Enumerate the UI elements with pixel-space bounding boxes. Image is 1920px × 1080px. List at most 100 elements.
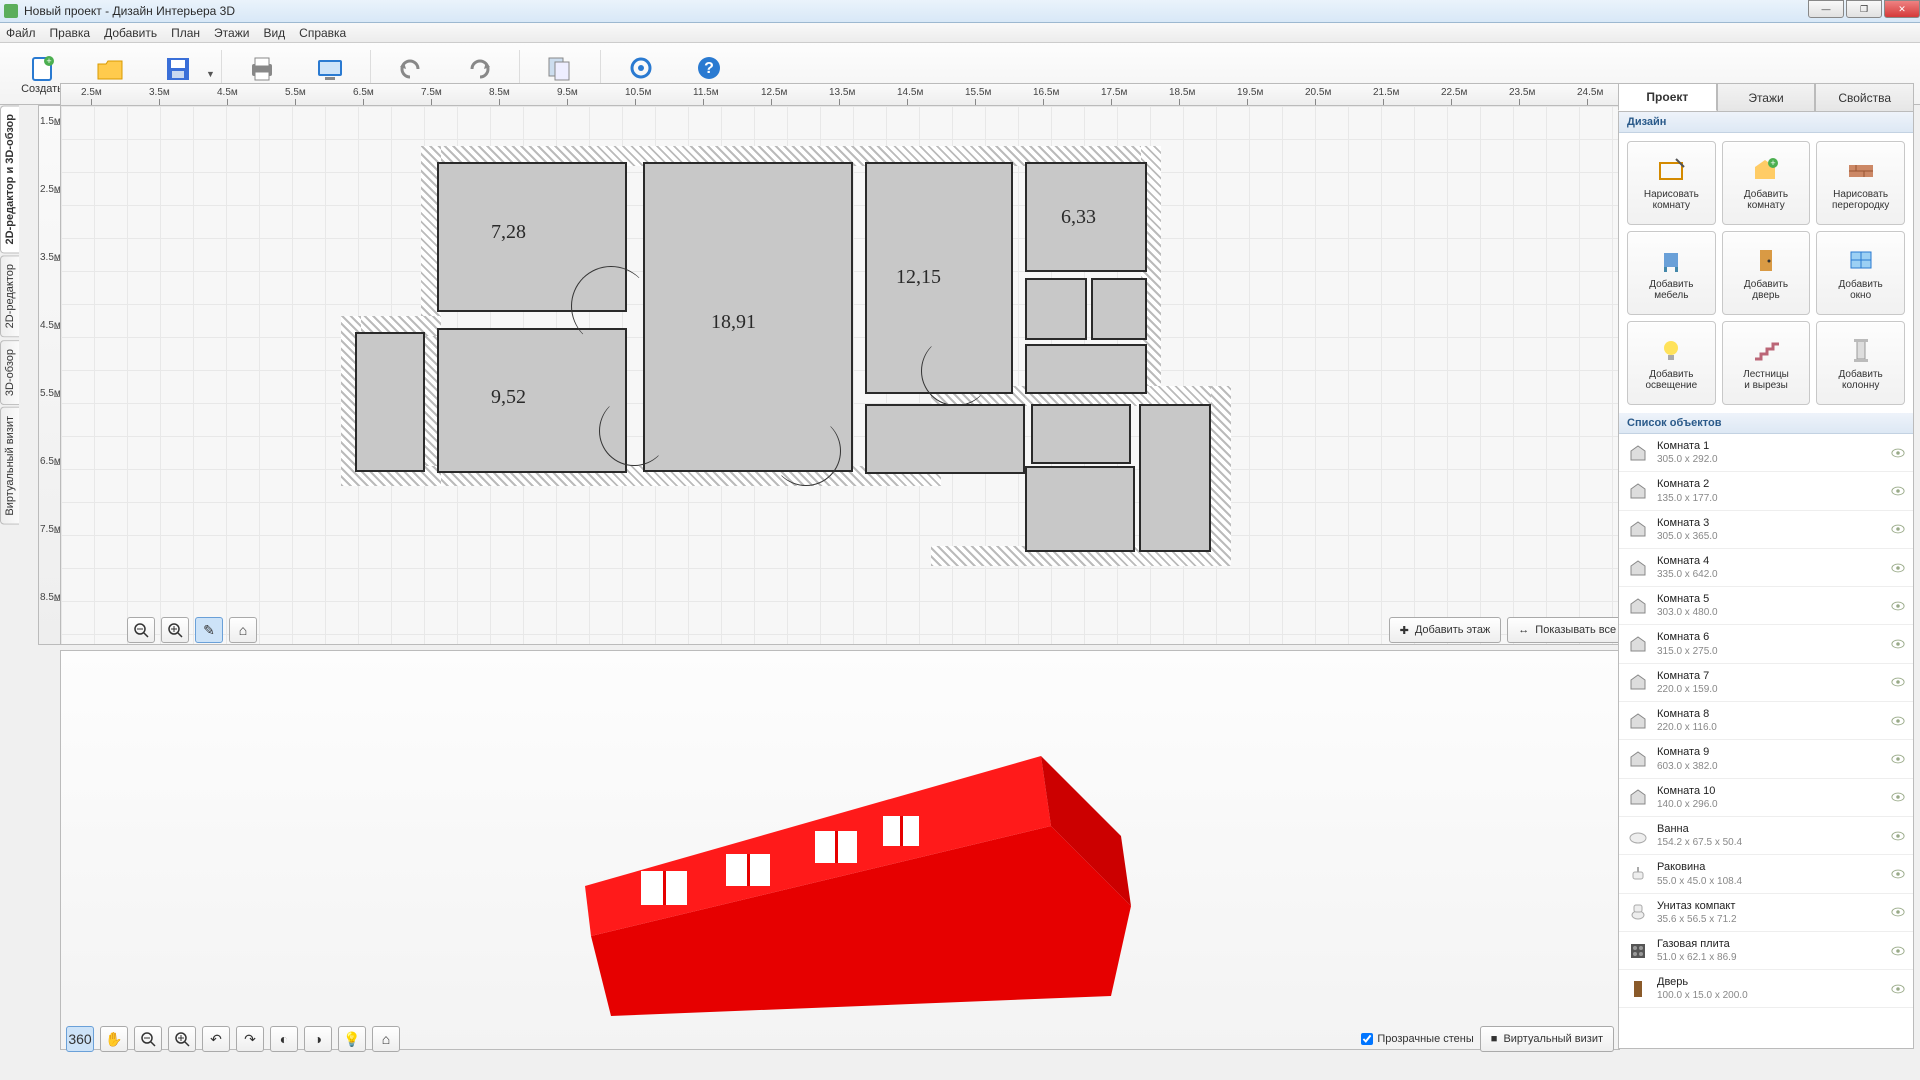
visibility-icon[interactable] [1891, 524, 1905, 534]
ruler-label: 12.5м [761, 87, 787, 98]
design-stairs-button[interactable]: Лестницыи вырезы [1722, 321, 1811, 405]
pan-button[interactable]: ✋ [100, 1026, 128, 1052]
ruler-label: 5.5м [285, 87, 306, 98]
object-item[interactable]: Комната 10140.0 x 296.0 [1619, 779, 1913, 817]
zoom-in-3d-button[interactable] [168, 1026, 196, 1052]
object-item[interactable]: Комната 4335.0 x 642.0 [1619, 549, 1913, 587]
visibility-icon[interactable] [1891, 639, 1905, 649]
design-addlight-button[interactable]: Добавитьосвещение [1627, 321, 1716, 405]
menu-Справка[interactable]: Справка [299, 26, 346, 40]
add-floor-button[interactable]: ✚Добавить этаж [1389, 617, 1502, 643]
object-item[interactable]: Раковина55.0 x 45.0 x 108.4 [1619, 855, 1913, 893]
ruler-label: 3.5м [149, 87, 170, 98]
visibility-icon[interactable] [1891, 754, 1905, 764]
object-item[interactable]: Комната 3305.0 x 365.0 [1619, 511, 1913, 549]
object-dimensions: 154.2 x 67.5 x 50.4 [1657, 836, 1883, 849]
view-tab-0[interactable]: 2D-редактор и 3D-обзор [0, 105, 19, 253]
drawroom-icon [1654, 155, 1688, 185]
object-item[interactable]: Ванна154.2 x 67.5 x 50.4 [1619, 817, 1913, 855]
room-small-2[interactable] [1091, 278, 1147, 340]
design-drawroom-button[interactable]: Нарисоватькомнату [1627, 141, 1716, 225]
corridor[interactable] [865, 404, 1213, 552]
view-tab-1[interactable]: 2D-редактор [0, 255, 19, 337]
virtual-visit-button[interactable]: ■Виртуальный визит [1480, 1026, 1614, 1052]
object-item[interactable]: Газовая плита51.0 x 62.1 x 86.9 [1619, 932, 1913, 970]
visibility-icon[interactable] [1891, 831, 1905, 841]
ruler-label: 20.5м [1305, 87, 1331, 98]
object-icon [1627, 442, 1649, 464]
room-5[interactable] [437, 328, 627, 473]
object-item[interactable]: Комната 5303.0 x 480.0 [1619, 587, 1913, 625]
visibility-icon[interactable] [1891, 984, 1905, 994]
room-small-1[interactable] [1025, 278, 1087, 340]
visibility-icon[interactable] [1891, 448, 1905, 458]
object-item[interactable]: Комната 2135.0 x 177.0 [1619, 472, 1913, 510]
minimize-button[interactable]: — [1808, 0, 1844, 18]
object-item[interactable]: Комната 7220.0 x 159.0 [1619, 664, 1913, 702]
design-addcolumn-button[interactable]: Добавитьколонну [1816, 321, 1905, 405]
room-small-left[interactable] [355, 332, 425, 472]
visibility-icon[interactable] [1891, 677, 1905, 687]
add-floor-label: Добавить этаж [1415, 624, 1490, 636]
zoom-in-button[interactable] [161, 617, 189, 643]
object-item[interactable]: Дверь100.0 x 15.0 x 200.0 [1619, 970, 1913, 1008]
menu-Правка[interactable]: Правка [50, 26, 91, 40]
visibility-icon[interactable] [1891, 869, 1905, 879]
maximize-button[interactable]: ❐ [1846, 0, 1882, 18]
orbit-button[interactable]: 360 [66, 1026, 94, 1052]
design-label: Добавитькомнату [1744, 189, 1788, 211]
close-button[interactable]: ✕ [1884, 0, 1920, 18]
panel-tab-Свойства[interactable]: Свойства [1815, 83, 1914, 111]
light-button[interactable]: 💡 [338, 1026, 366, 1052]
design-addroom-button[interactable]: +Добавитькомнату [1722, 141, 1811, 225]
zoom-out-button[interactable] [127, 617, 155, 643]
home-3d-button[interactable]: ⌂ [372, 1026, 400, 1052]
ruler-label: 3.5м [40, 252, 61, 263]
design-addfurn-button[interactable]: Добавитьмебель [1627, 231, 1716, 315]
visibility-icon[interactable] [1891, 946, 1905, 956]
menu-Вид[interactable]: Вид [263, 26, 285, 40]
canvas-2d[interactable]: 7,28 9,52 18,91 12,15 6,33 [60, 105, 1620, 645]
rotate-left-button[interactable]: ↶ [202, 1026, 230, 1052]
visibility-icon[interactable] [1891, 716, 1905, 726]
design-adddoor-button[interactable]: Добавитьдверь [1722, 231, 1811, 315]
view-tab-3[interactable]: Виртуальный визит [0, 407, 19, 525]
save-dropdown[interactable]: ▼ [206, 69, 215, 79]
view-left-button[interactable]: ◐ [270, 1026, 298, 1052]
visibility-icon[interactable] [1891, 601, 1905, 611]
object-list[interactable]: Комната 1305.0 x 292.0Комната 2135.0 x 1… [1619, 434, 1913, 1049]
menu-Добавить[interactable]: Добавить [104, 26, 157, 40]
visibility-icon[interactable] [1891, 792, 1905, 802]
object-item[interactable]: Комната 1305.0 x 292.0 [1619, 434, 1913, 472]
object-item[interactable]: Комната 8220.0 x 116.0 [1619, 702, 1913, 740]
zoom-out-3d-button[interactable] [134, 1026, 162, 1052]
panel-tab-Проект[interactable]: Проект [1618, 83, 1717, 111]
object-item[interactable]: Унитаз компакт35.6 x 56.5 x 71.2 [1619, 894, 1913, 932]
draw-tool-button[interactable]: ✎ [195, 617, 223, 643]
transparent-walls-checkbox[interactable]: Прозрачные стены [1361, 1026, 1473, 1052]
menu-План[interactable]: План [171, 26, 200, 40]
menu-Файл[interactable]: Файл [6, 26, 36, 40]
view-right-button[interactable]: ◑ [304, 1026, 332, 1052]
canvas-3d[interactable] [60, 650, 1620, 1050]
object-dimensions: 51.0 x 62.1 x 86.9 [1657, 951, 1883, 964]
object-name: Раковина [1657, 860, 1883, 874]
rotate-right-button[interactable]: ↷ [236, 1026, 264, 1052]
object-item[interactable]: Комната 6315.0 x 275.0 [1619, 625, 1913, 663]
view-tab-2[interactable]: 3D-обзор [0, 340, 19, 405]
ruler-label: 24.5м [1577, 87, 1603, 98]
object-item[interactable]: Комната 9603.0 x 382.0 [1619, 740, 1913, 778]
object-name: Комната 10 [1657, 784, 1883, 798]
visibility-icon[interactable] [1891, 907, 1905, 917]
visibility-icon[interactable] [1891, 563, 1905, 573]
toolbar-label: Создать [21, 83, 63, 95]
design-drawwall-button[interactable]: Нарисоватьперегородку [1816, 141, 1905, 225]
room-small-3[interactable] [1025, 344, 1147, 394]
visibility-icon[interactable] [1891, 486, 1905, 496]
menu-Этажи[interactable]: Этажи [214, 26, 249, 40]
object-dimensions: 220.0 x 116.0 [1657, 721, 1883, 734]
home-button[interactable]: ⌂ [229, 617, 257, 643]
transparent-walls-input[interactable] [1361, 1033, 1373, 1045]
panel-tab-Этажи[interactable]: Этажи [1717, 83, 1816, 111]
design-addwindow-button[interactable]: Добавитьокно [1816, 231, 1905, 315]
